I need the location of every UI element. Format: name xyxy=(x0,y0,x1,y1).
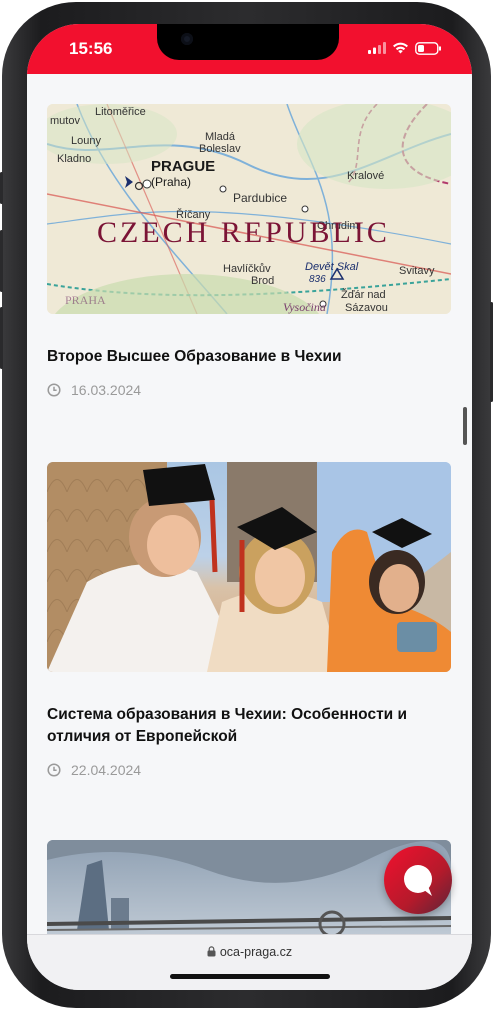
mute-switch xyxy=(0,172,3,204)
map-label: Havlíčkův xyxy=(223,263,271,275)
map-label: Svitavy xyxy=(399,265,435,277)
map-label: Sázavou xyxy=(345,302,388,314)
url-text: oca-praga.cz xyxy=(219,945,293,959)
url-display[interactable]: oca-praga.cz xyxy=(27,945,472,959)
article-title[interactable]: Система образования в Чехии: Особенности… xyxy=(47,704,451,748)
article-image-graduates[interactable] xyxy=(47,462,451,672)
status-time: 15:56 xyxy=(69,39,113,58)
map-label: Kralové xyxy=(347,170,384,182)
article-date: 22.04.2024 xyxy=(71,762,142,778)
article-title[interactable]: Второе Высшее Образование в Чехии xyxy=(47,346,451,368)
clock-icon xyxy=(47,383,61,397)
map-label: Louny xyxy=(71,135,101,147)
clock-icon xyxy=(47,763,61,777)
article-image-czech-map[interactable]: Litoměřice mutov Louny Mladá Boleslav Kl… xyxy=(47,104,451,314)
article-date: 16.03.2024 xyxy=(71,382,142,398)
article-date-row: 22.04.2024 xyxy=(47,762,451,778)
map-label: Mladá xyxy=(205,131,236,143)
battery-icon xyxy=(415,41,441,55)
volume-up-button xyxy=(0,230,3,292)
screen: 15:56 Litoměřice mutov Louny Mladá Boles… xyxy=(27,24,472,990)
status-bar: 15:56 xyxy=(27,24,472,74)
map-label: 836 xyxy=(309,274,326,285)
map-label: Boleslav xyxy=(199,143,241,155)
map-label-country: CZECH REPUBLIC xyxy=(97,216,390,249)
signal-icon xyxy=(368,42,386,54)
browser-address-bar[interactable]: oca-praga.cz xyxy=(27,934,472,990)
map-label: PRAHA xyxy=(65,293,106,307)
map-label: Devět Skal xyxy=(305,261,359,273)
map-label: Žďár nad xyxy=(341,288,386,301)
article-card[interactable]: Система образования в Чехии: Особенности… xyxy=(47,462,451,778)
map-label: Vysočina xyxy=(283,300,326,314)
front-camera xyxy=(181,33,193,45)
map-label: Litoměřice xyxy=(95,106,146,118)
article-card[interactable]: Litoměřice mutov Louny Mladá Boleslav Kl… xyxy=(47,104,451,398)
chat-widget-button[interactable] xyxy=(384,846,452,914)
article-list: Litoměřice mutov Louny Mladá Boleslav Kl… xyxy=(27,74,472,934)
map-label: Brod xyxy=(251,275,274,287)
map-label: Kladno xyxy=(57,153,91,165)
map-label-capital-local: (Praha) xyxy=(151,175,191,189)
chat-bubble-icon xyxy=(404,865,432,896)
wifi-icon xyxy=(393,42,408,54)
dynamic-island xyxy=(157,24,339,60)
article-date-row: 16.03.2024 xyxy=(47,382,451,398)
home-indicator[interactable] xyxy=(170,974,330,979)
power-button xyxy=(490,302,493,402)
phone-frame: 15:56 Litoměřice mutov Louny Mladá Boles… xyxy=(0,2,493,1008)
status-icons xyxy=(368,40,442,56)
map-label-capital: PRAGUE xyxy=(151,158,215,175)
volume-down-button xyxy=(0,307,3,369)
map-label: mutov xyxy=(50,115,80,127)
scrollbar[interactable] xyxy=(463,407,467,445)
map-label: Pardubice xyxy=(233,191,287,205)
lock-icon xyxy=(207,946,216,957)
